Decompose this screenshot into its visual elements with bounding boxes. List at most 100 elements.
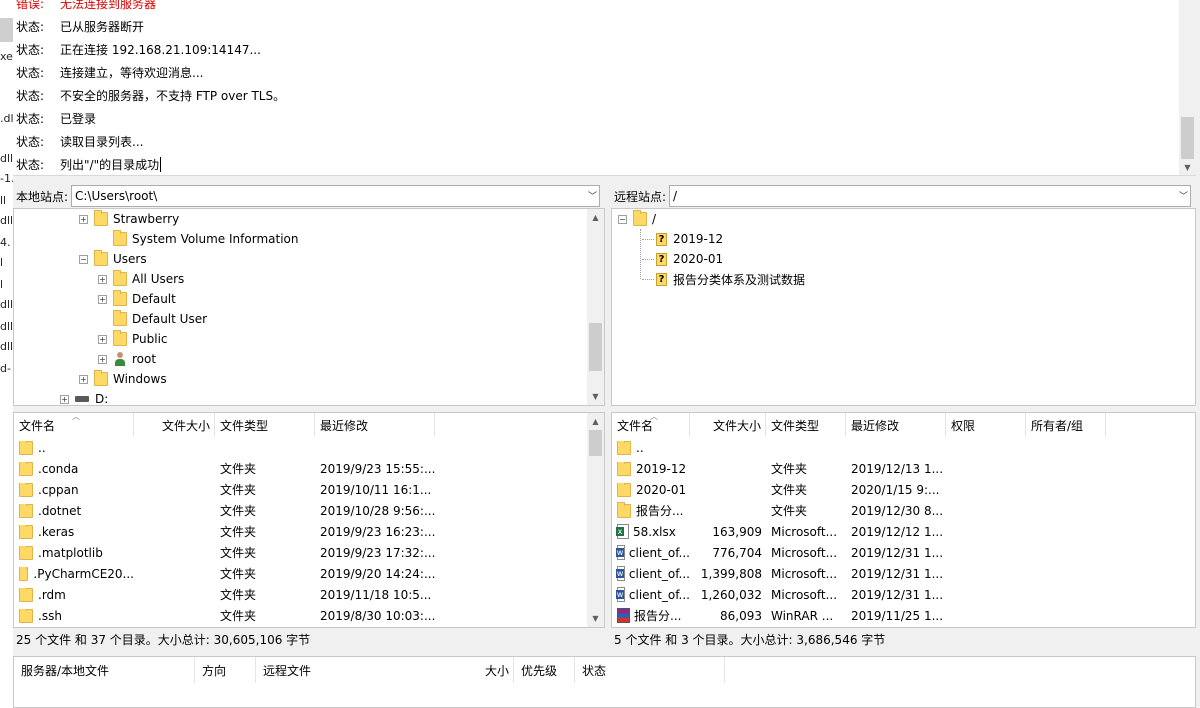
local-file-list-scrollbar[interactable]: ▲ ▼ [587, 413, 604, 627]
tree-node[interactable]: ? 2019-12 [642, 229, 723, 249]
remote-col-name[interactable]: ︿ 文件名 [612, 413, 690, 437]
log-label: 状态: [16, 65, 45, 80]
table-row[interactable]: .keras 文件夹 2019/9/23 16:23:... [14, 521, 604, 542]
remote-col-permissions[interactable]: 权限 [946, 413, 1026, 437]
file-name: .matplotlib [38, 545, 103, 560]
remote-col-type[interactable]: 文件类型 [766, 413, 846, 437]
queue-col-priority[interactable]: 优先级 [514, 657, 575, 683]
remote-path-value: / [673, 189, 678, 203]
remote-col-owner[interactable]: 所有者/组 [1026, 413, 1106, 437]
file-name: .keras [38, 524, 75, 539]
expand-toggle-icon[interactable]: + [79, 374, 88, 384]
expand-toggle-icon[interactable]: + [98, 354, 107, 364]
message-log[interactable]: 错误: 无法连接到服务器 状态: 已从服务器断开 状态: 正在连接 192.168.2… [13, 0, 1196, 176]
file-name: client_of... [628, 545, 690, 560]
table-row[interactable]: client_of... 1,399,808 Microsoft... 2019/12… [612, 563, 1195, 584]
tree-node[interactable]: + Windows [79, 369, 167, 389]
tree-node[interactable]: ? 报告分类体系及测试数据 [642, 269, 805, 289]
tree-node[interactable]: − / [618, 209, 656, 229]
file-modified-cell: 2019/12/30 8... [851, 503, 944, 518]
table-row[interactable]: 2020-01 文件夹 2020/1/15 9:... [612, 479, 1195, 500]
tree-node-label: / [652, 212, 657, 226]
queue-col-direction[interactable]: 方向 [195, 657, 256, 683]
remote-col-modified[interactable]: 最近修改 [846, 413, 946, 437]
table-row[interactable]: client_of... 1,260,032 Microsoft... 2019/12… [612, 584, 1195, 605]
chevron-down-icon[interactable]: ﹀ [1179, 189, 1188, 202]
local-col-modified[interactable]: 最近修改 [315, 413, 435, 437]
queue-col-size[interactable]: 大小 [454, 657, 514, 683]
remote-col-size[interactable]: 文件大小 [690, 413, 766, 437]
queue-col-status[interactable]: 状态 [575, 657, 725, 683]
file-type-cell: Microsoft... [771, 587, 838, 602]
tree-node[interactable]: +System Volume Information [98, 229, 298, 249]
collapse-toggle-icon[interactable]: − [618, 214, 627, 224]
tree-connector [642, 238, 654, 240]
collapse-toggle-icon[interactable]: − [79, 254, 88, 264]
local-directory-tree[interactable]: +Strawberry+System Volume Information− Us… [13, 208, 605, 406]
queue-col-server-local[interactable]: 服务器/本地文件 [14, 657, 195, 683]
table-row[interactable]: .matplotlib 文件夹 2019/9/23 17:32:... [14, 542, 604, 563]
file-name: 报告分... [634, 609, 682, 623]
file-modified-cell: 2019/10/28 9:56:... [320, 503, 435, 518]
table-row[interactable]: .cppan 文件夹 2019/10/11 16:1... [14, 479, 604, 500]
remote-directory-tree[interactable]: − /? 2019-12? 2020-01? 报告分类体系及测试数据 [611, 208, 1196, 406]
table-row[interactable]: 报告分... 文件夹 2019/12/30 8... [612, 500, 1195, 521]
local-col-name[interactable]: ︿ 文件名 [14, 413, 134, 437]
table-row[interactable]: .ssh 文件夹 2019/8/30 10:03:... [14, 605, 604, 626]
table-row[interactable]: client_of... 776,704 Microsoft... 2019/12/3… [612, 542, 1195, 563]
expand-toggle-icon[interactable]: + [98, 294, 107, 304]
file-size-cell: 86,093 [720, 608, 762, 623]
file-name-cell: .cppan [14, 482, 134, 497]
table-row[interactable]: 58.xlsx 163,909 Microsoft... 2019/12/12 1..… [612, 521, 1195, 542]
chevron-down-icon[interactable]: ▼ [587, 610, 604, 627]
table-row[interactable]: .rdm 文件夹 2019/11/18 10:5... [14, 584, 604, 605]
local-tree-scrollbar[interactable]: ▲ ▼ [587, 209, 604, 405]
chevron-up-icon[interactable]: ▲ [587, 209, 604, 226]
log-scrollbar[interactable]: ▼ [1179, 0, 1196, 175]
log-text: 读取目录列表... [60, 134, 144, 149]
expand-toggle-icon[interactable]: + [98, 334, 107, 344]
chevron-down-icon[interactable]: ▼ [587, 388, 604, 405]
log-scrollbar-thumb[interactable] [1181, 117, 1194, 159]
table-row[interactable]: .. [14, 437, 604, 458]
tree-node[interactable]: + Public [98, 329, 168, 349]
file-name: .conda [38, 461, 79, 476]
local-col-size[interactable]: 文件大小 [134, 413, 215, 437]
local-col-type[interactable]: 文件类型 [215, 413, 315, 437]
chevron-down-icon[interactable]: ▼ [1179, 159, 1196, 175]
file-modified-cell: 2019/9/23 17:32:... [320, 545, 435, 560]
tree-node[interactable]: + D: [60, 389, 108, 405]
tree-node[interactable]: + root [98, 349, 156, 369]
chevron-up-icon[interactable]: ▲ [587, 413, 604, 430]
local-path-input[interactable]: C:\Users\root\ ﹀ [71, 185, 601, 207]
expand-toggle-icon[interactable]: + [60, 394, 69, 404]
expand-toggle-icon[interactable]: + [98, 274, 107, 284]
table-row[interactable]: .dotnet 文件夹 2019/10/28 9:56:... [14, 500, 604, 521]
log-text: 不安全的服务器，不支持 FTP over TLS。 [60, 88, 286, 103]
table-row[interactable]: 2019-12 文件夹 2019/12/13 1... [612, 458, 1195, 479]
chevron-down-icon[interactable]: ﹀ [588, 189, 597, 202]
folder-icon [633, 210, 647, 226]
expand-toggle-icon[interactable]: + [79, 214, 88, 224]
tree-node[interactable]: − Users [79, 249, 147, 269]
table-row[interactable]: .PyCharmCE20... 文件夹 2019/9/20 14:24:... [14, 563, 604, 584]
tree-node-label: Users [113, 252, 147, 266]
tree-node[interactable]: +Default User [98, 309, 207, 329]
remote-file-list[interactable]: ︿ 文件名 文件大小 文件类型 最近修改 权限 所有者/组 .. 2019-12 文件… [611, 412, 1196, 628]
log-line-status: 状态: 连接建立，等待欢迎消息... [16, 62, 203, 82]
remote-path-input[interactable]: / ﹀ [669, 185, 1192, 207]
local-tree-scrollbar-thumb[interactable] [589, 323, 602, 371]
table-row[interactable]: .. [612, 437, 1195, 458]
table-row[interactable]: .conda 文件夹 2019/9/23 15:55:... [14, 458, 604, 479]
tree-node[interactable]: + Strawberry [79, 209, 179, 229]
folder-icon [19, 482, 33, 497]
tree-node[interactable]: + Default [98, 289, 176, 309]
tree-node[interactable]: ? 2020-01 [642, 249, 723, 269]
folder-icon [19, 566, 29, 581]
local-file-list[interactable]: ︿ 文件名 文件大小 文件类型 最近修改 .. .conda 文件夹 2019/9/23… [13, 412, 605, 628]
table-row[interactable]: 报告分... 86,093 WinRAR ... 2019/11/25 1... [612, 605, 1195, 626]
local-file-list-scrollbar-thumb[interactable] [589, 430, 602, 456]
transfer-queue[interactable]: 服务器/本地文件 方向 远程文件 大小 优先级 状态 [13, 656, 1196, 708]
tree-node[interactable]: + All Users [98, 269, 184, 289]
file-name: .cppan [38, 482, 79, 497]
